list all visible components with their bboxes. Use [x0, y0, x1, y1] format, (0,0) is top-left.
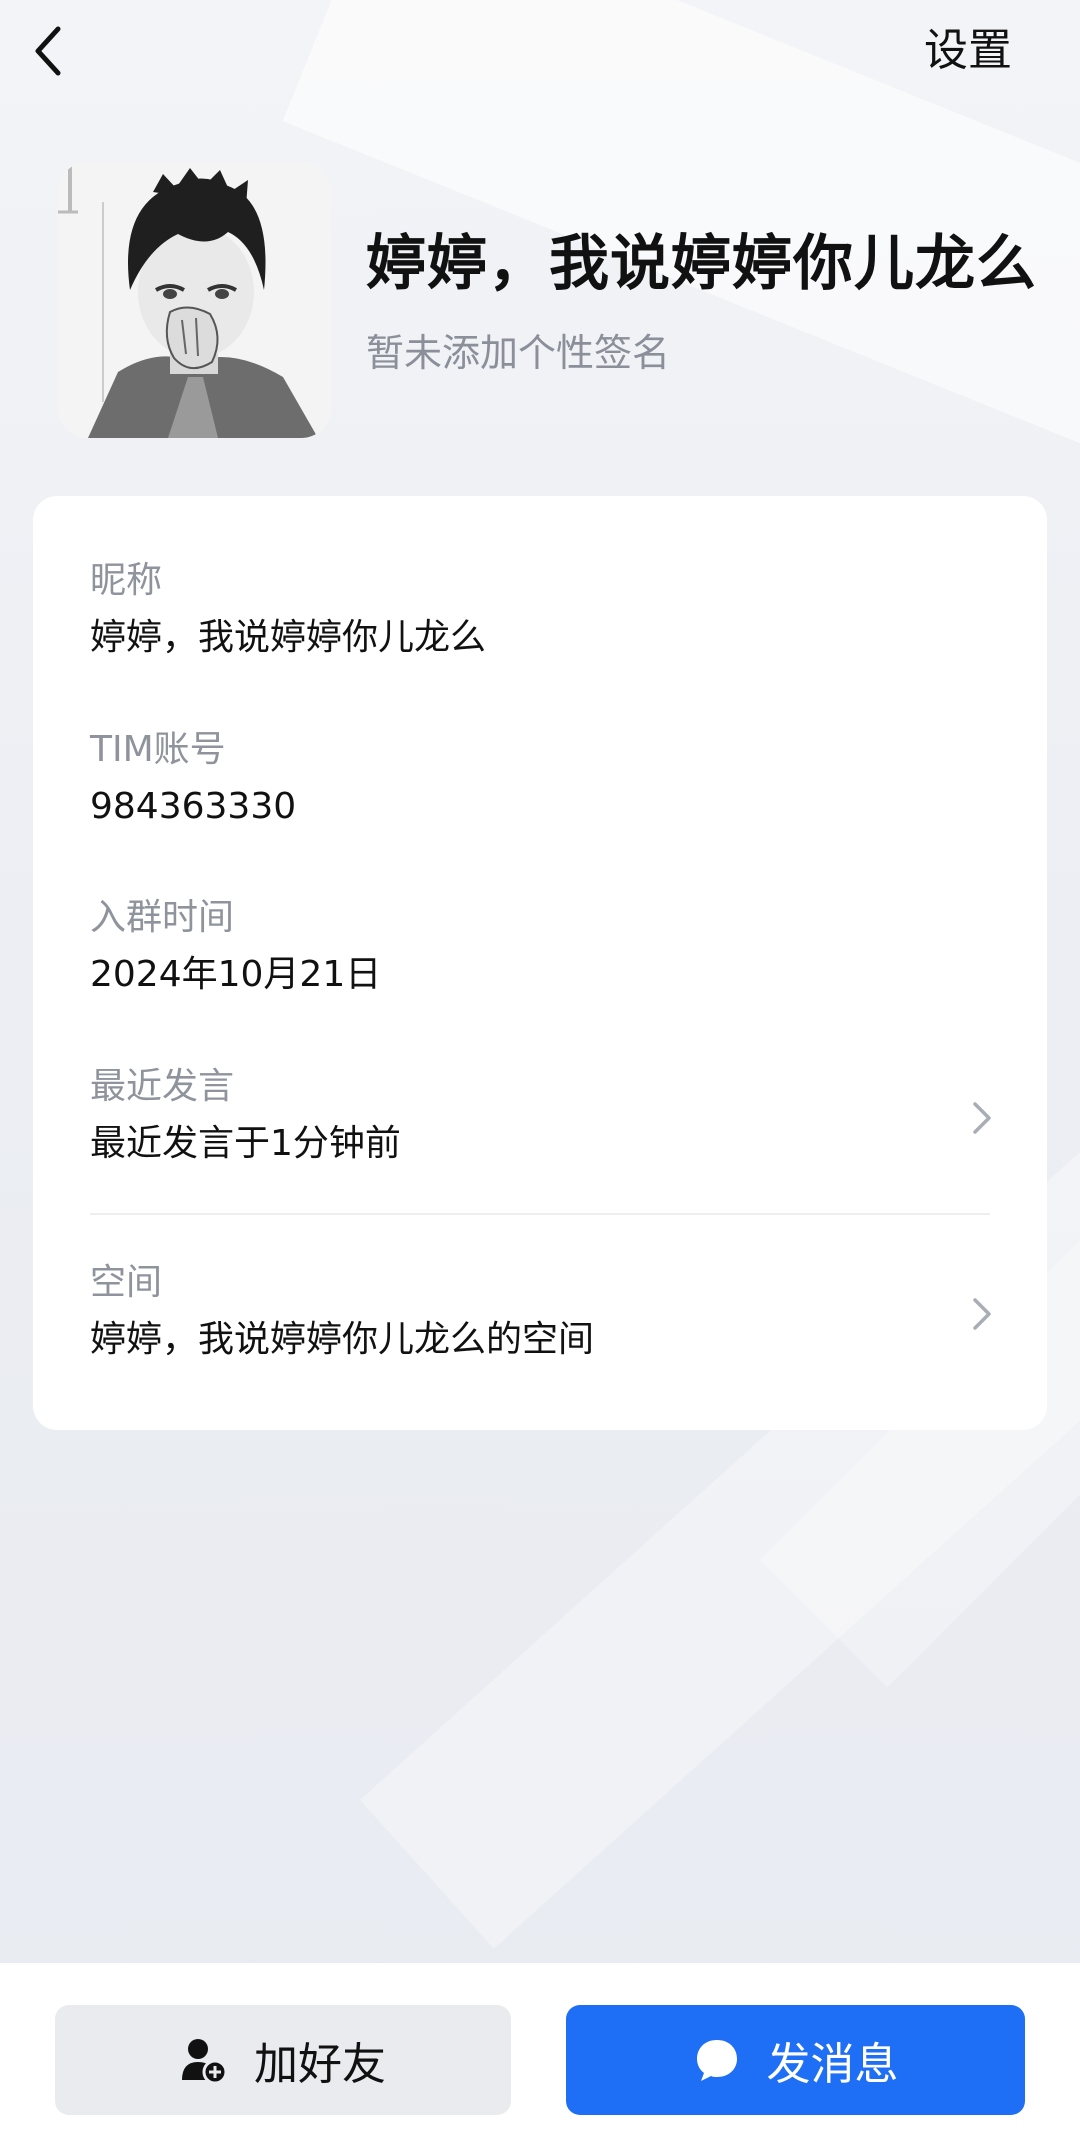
join-time-label: 入群时间 — [90, 897, 235, 938]
join-time-row: 入群时间 2024年10月21日 — [90, 893, 997, 1001]
add-user-icon — [180, 2036, 228, 2084]
info-card: 昵称 婷婷，我说婷婷你儿龙么 TIM账号 984363330 入群时间 2024… — [33, 496, 1047, 1430]
nickname-label: 昵称 — [90, 560, 163, 601]
avatar[interactable] — [58, 162, 331, 438]
recent-speech-label: 最近发言 — [90, 1066, 235, 1107]
back-button[interactable] — [26, 22, 70, 80]
display-name: 婷婷，我说婷婷你儿龙么 — [366, 229, 1037, 299]
divider — [90, 1213, 990, 1215]
nickname-value: 婷婷，我说婷婷你儿龙么 — [90, 617, 487, 658]
join-time-value: 2024年10月21日 — [90, 954, 382, 995]
chevron-right-icon — [973, 1298, 991, 1330]
space-value: 婷婷，我说婷婷你儿龙么的空间 — [90, 1319, 595, 1360]
send-message-label: 发消息 — [766, 2039, 899, 2090]
chat-bubble-icon — [693, 2036, 741, 2084]
space-row[interactable]: 空间 婷婷，我说婷婷你儿龙么的空间 — [90, 1258, 997, 1366]
send-message-button[interactable]: 发消息 — [566, 2005, 1025, 2115]
space-label: 空间 — [90, 1262, 163, 1303]
nickname-row: 昵称 婷婷，我说婷婷你儿龙么 — [90, 556, 997, 664]
recent-speech-row[interactable]: 最近发言 最近发言于1分钟前 — [90, 1062, 997, 1170]
bottom-action-bar: 加好友 发消息 — [0, 1963, 1080, 2141]
avatar-image — [58, 162, 331, 438]
account-value: 984363330 — [90, 786, 297, 827]
chevron-left-icon — [35, 26, 61, 76]
add-friend-label: 加好友 — [254, 2039, 386, 2090]
chevron-right-icon — [973, 1102, 991, 1134]
signature-text: 暂未添加个性签名 — [366, 331, 671, 375]
account-label: TIM账号 — [90, 729, 226, 770]
recent-speech-value: 最近发言于1分钟前 — [90, 1123, 401, 1164]
account-row: TIM账号 984363330 — [90, 725, 997, 833]
add-friend-button[interactable]: 加好友 — [55, 2005, 511, 2115]
settings-button[interactable]: 设置 — [924, 22, 1012, 80]
